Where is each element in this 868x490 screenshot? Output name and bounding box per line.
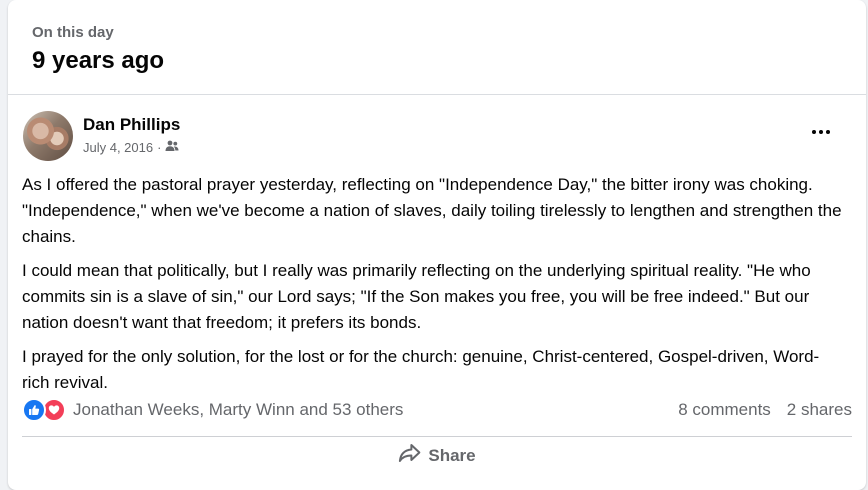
- avatar[interactable]: [23, 111, 73, 161]
- share-button[interactable]: Share: [398, 443, 476, 468]
- more-options-icon[interactable]: [808, 122, 834, 142]
- share-arrow-icon: [398, 443, 421, 468]
- shares-count[interactable]: 2 shares: [787, 400, 852, 420]
- comments-count[interactable]: 8 comments: [678, 400, 771, 420]
- friends-icon[interactable]: [165, 140, 179, 155]
- reaction-summary[interactable]: Jonathan Weeks, Marty Winn and 53 others: [73, 400, 678, 420]
- post-body: As I offered the pastoral prayer yesterd…: [22, 172, 842, 404]
- memory-title: 9 years ago: [32, 47, 165, 74]
- meta-separator: ·: [157, 140, 162, 155]
- author-name[interactable]: Dan Phillips: [83, 115, 180, 135]
- reaction-icons[interactable]: [22, 398, 66, 422]
- post-meta: July 4, 2016 ·: [83, 140, 179, 155]
- memory-subtitle: On this day: [32, 24, 114, 41]
- post-paragraph: As I offered the pastoral prayer yesterd…: [22, 175, 842, 246]
- engagement-counts: 8 comments 2 shares: [678, 400, 852, 420]
- post-paragraph: I could mean that politically, but I rea…: [22, 261, 811, 332]
- post-date[interactable]: July 4, 2016: [83, 140, 153, 155]
- share-label: Share: [428, 445, 476, 465]
- like-icon: [22, 398, 46, 422]
- reactions-bar: Jonathan Weeks, Marty Winn and 53 others…: [22, 397, 852, 423]
- post-paragraph: I prayed for the only solution, for the …: [22, 347, 820, 392]
- memory-card: On this day 9 years ago Dan Phillips Jul…: [8, 0, 866, 490]
- memory-header: On this day 9 years ago: [8, 0, 866, 95]
